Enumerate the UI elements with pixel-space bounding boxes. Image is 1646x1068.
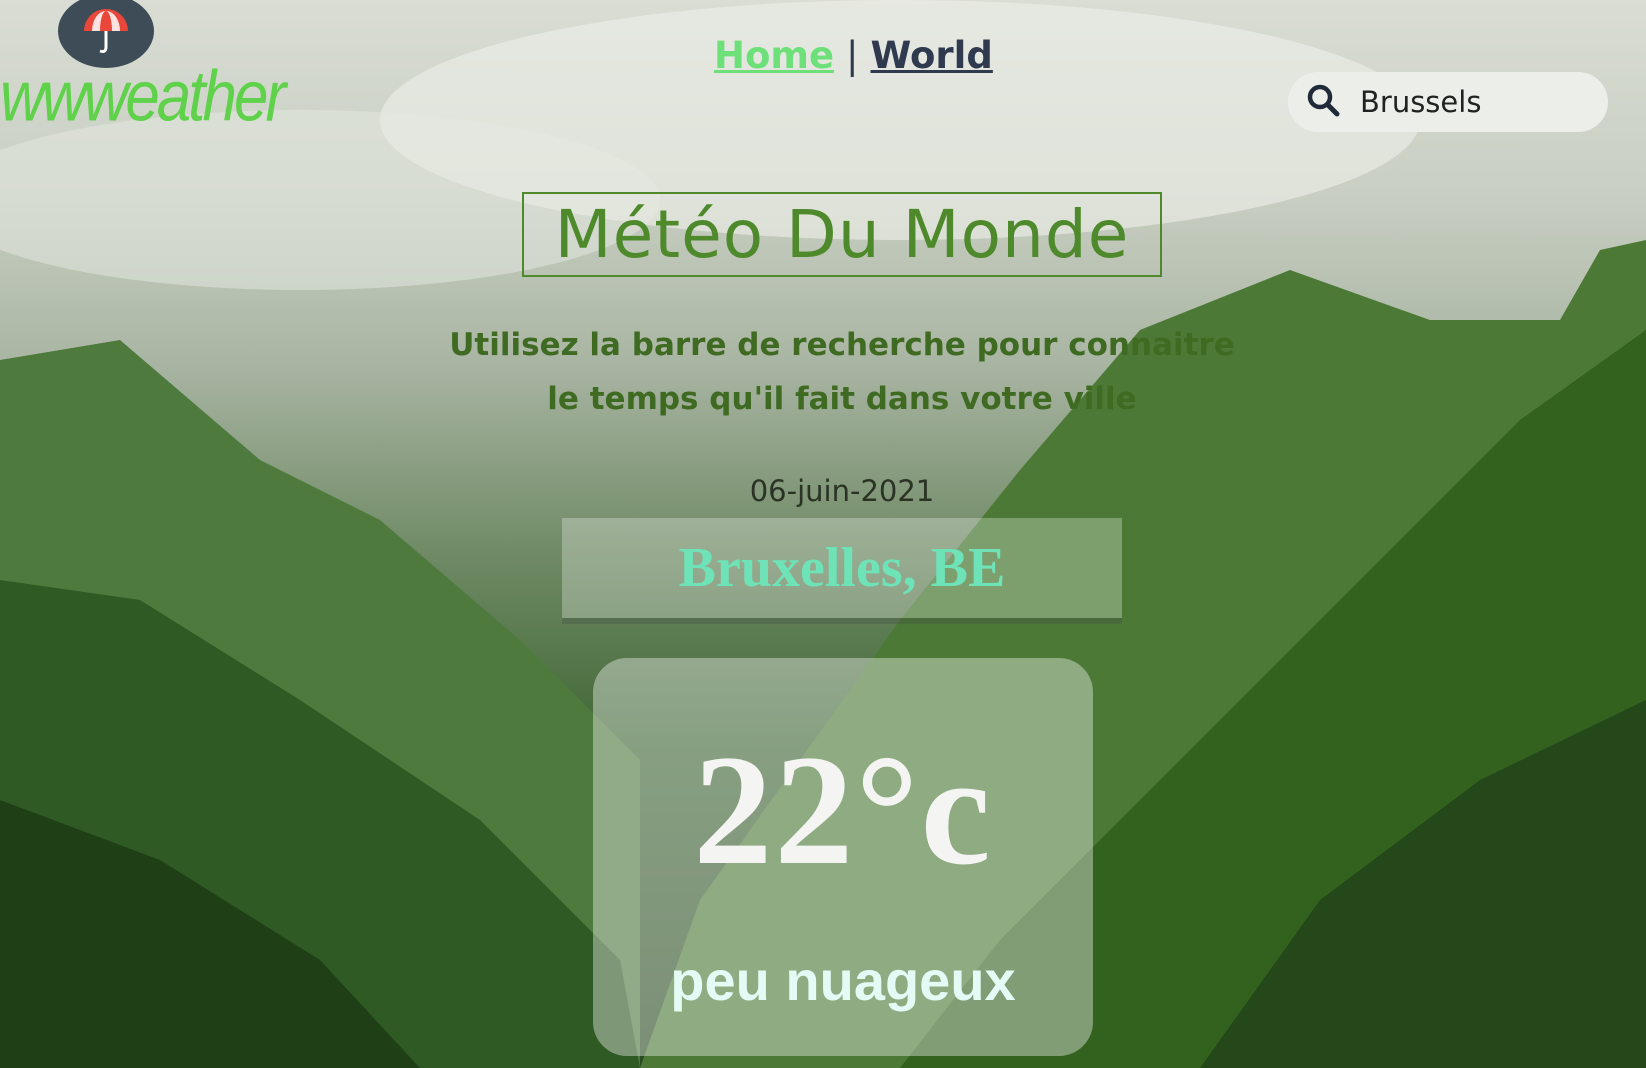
search-input[interactable] bbox=[1358, 84, 1602, 120]
city-card: Bruxelles, BE bbox=[562, 518, 1122, 618]
nav-world-link[interactable]: World bbox=[871, 34, 993, 77]
brand-logo[interactable]: wwweather bbox=[0, 0, 286, 137]
page-title-box: Météo Du Monde bbox=[522, 192, 1162, 277]
city-name: Bruxelles, BE bbox=[678, 537, 1006, 599]
weather-description: peu nuageux bbox=[670, 949, 1016, 1012]
temperature-value: 22°c bbox=[693, 723, 993, 898]
nav-separator: | bbox=[846, 34, 859, 77]
main-nav: Home | World bbox=[714, 34, 993, 77]
weather-card: 22°c peu nuageux bbox=[593, 658, 1093, 1056]
page-subtitle: Utilisez la barre de recherche pour conn… bbox=[442, 318, 1242, 426]
nav-home-link[interactable]: Home bbox=[714, 34, 834, 77]
brand-name: wwweather bbox=[0, 57, 286, 137]
search-icon[interactable] bbox=[1306, 83, 1340, 122]
subtitle-line-2: le temps qu'il fait dans votre ville bbox=[547, 381, 1137, 417]
page-title: Météo Du Monde bbox=[554, 196, 1130, 273]
current-date: 06-juin-2021 bbox=[749, 474, 935, 508]
search-bar[interactable] bbox=[1288, 72, 1608, 132]
subtitle-line-1: Utilisez la barre de recherche pour conn… bbox=[449, 327, 1235, 363]
